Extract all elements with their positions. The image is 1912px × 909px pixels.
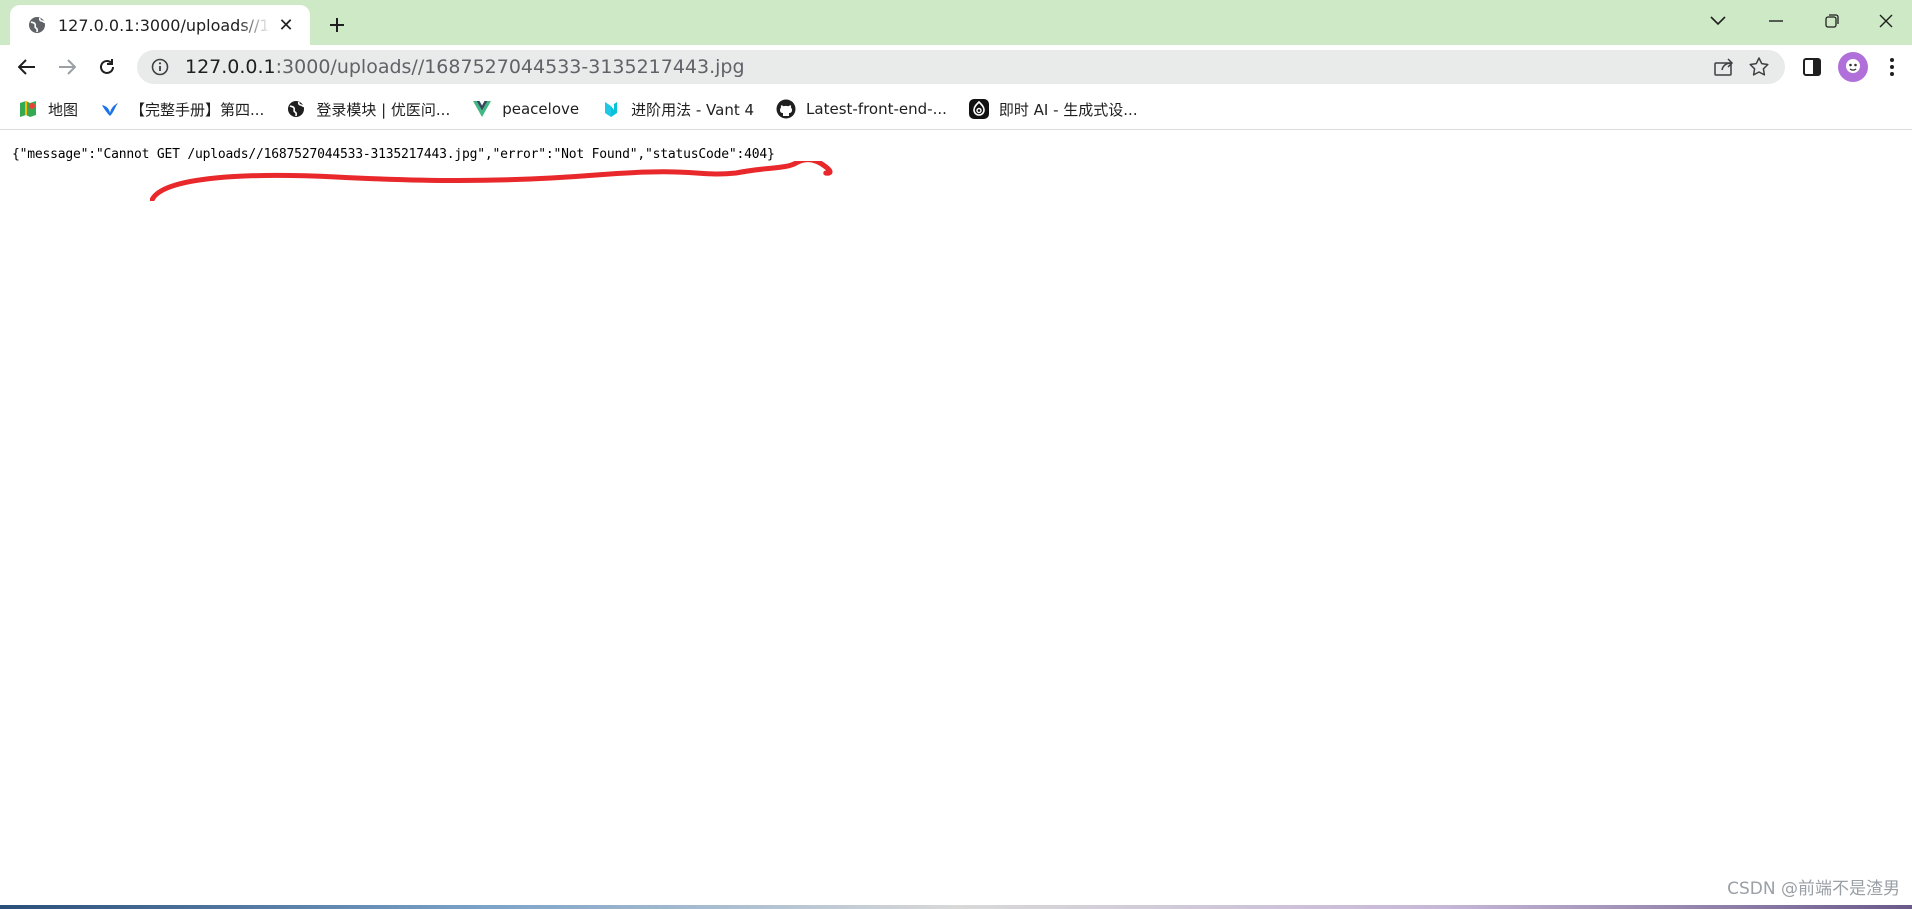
restore-button[interactable] (1804, 0, 1860, 42)
bookmark-label: 地图 (48, 100, 79, 119)
menu-button[interactable] (1877, 52, 1907, 82)
arrow-right-icon (59, 59, 76, 75)
arrow-left-icon (18, 59, 35, 75)
ai-icon (968, 99, 989, 119)
tab-strip: 127.0.0.1:3000/uploads//1687527044533-31… (0, 0, 1912, 45)
page-content: {"message":"Cannot GET /uploads//1687527… (0, 131, 1912, 909)
plus-icon (330, 18, 344, 32)
globe-icon (286, 99, 306, 119)
bookmark-maps[interactable]: 地图 (18, 94, 78, 124)
bookmark-label: 进阶用法 - Vant 4 (631, 100, 755, 119)
taskbar-edge (0, 905, 1912, 909)
bookmark-ai[interactable]: 即时 AI - 生成式设... (968, 94, 1138, 124)
bookmark-github[interactable]: Latest-front-end-... (776, 94, 947, 124)
chevron-down-icon (1710, 16, 1726, 26)
bookmark-label: 【完整手册】第四... (130, 100, 265, 119)
avatar-icon (1846, 59, 1860, 73)
browser-toolbar: 127.0.0.1:3000/uploads//1687527044533-31… (0, 45, 1912, 89)
red-underline-annotation (150, 161, 833, 201)
bookmark-label: peacelove (502, 100, 580, 118)
tab-search-button[interactable] (1690, 0, 1746, 42)
forward-button[interactable] (51, 51, 83, 83)
bookmark-label: 登录模块 | 优医问... (316, 100, 451, 119)
profile-avatar[interactable] (1838, 52, 1868, 82)
json-response-text: {"message":"Cannot GET /uploads//1687527… (12, 147, 775, 162)
bookmark-label: Latest-front-end-... (806, 100, 947, 118)
new-tab-button[interactable] (322, 10, 352, 40)
minimize-icon (1769, 20, 1783, 22)
bookmark-vant[interactable]: 进阶用法 - Vant 4 (601, 94, 754, 124)
tab-title: 127.0.0.1:3000/uploads//1687527044533-31… (58, 15, 270, 35)
url-text[interactable]: 127.0.0.1:3000/uploads//1687527044533-31… (185, 56, 745, 78)
reload-icon (100, 59, 114, 74)
bookmark-manual[interactable]: 【完整手册】第四... (100, 94, 264, 124)
github-icon (776, 99, 796, 119)
bookmark-star-icon[interactable] (1747, 55, 1771, 79)
reload-button[interactable] (91, 51, 123, 83)
restore-icon (1825, 14, 1839, 28)
address-bar[interactable]: 127.0.0.1:3000/uploads//1687527044533-31… (137, 50, 1785, 84)
tab-close-icon[interactable]: ✕ (274, 13, 298, 37)
close-icon (1879, 14, 1893, 28)
globe-icon (26, 14, 48, 36)
kebab-menu-icon (1890, 58, 1894, 76)
bookmarks-bar: 地图 【完整手册】第四... 登录模块 | 优医问... peacelove 进… (0, 89, 1912, 130)
bookmark-label: 即时 AI - 生成式设... (998, 100, 1138, 119)
share-icon[interactable] (1713, 56, 1735, 78)
site-info-icon[interactable] (149, 56, 171, 78)
side-panel-button[interactable] (1797, 52, 1827, 82)
maps-icon (18, 99, 38, 119)
bookmark-peacelove[interactable]: peacelove (472, 94, 579, 124)
bird-icon (100, 99, 120, 119)
url-path: :3000/uploads//1687527044533-3135217443.… (275, 56, 745, 78)
minimize-button[interactable] (1748, 0, 1804, 42)
side-panel-icon (1803, 58, 1821, 76)
vue-icon (472, 99, 492, 119)
back-button[interactable] (11, 51, 43, 83)
bookmark-login-module[interactable]: 登录模块 | 优医问... (286, 94, 450, 124)
window-close-button[interactable] (1858, 0, 1912, 42)
watermark-text: CSDN @前端不是渣男 (1727, 879, 1900, 899)
vant-icon (601, 99, 621, 119)
browser-tab[interactable]: 127.0.0.1:3000/uploads//1687527044533-31… (10, 5, 310, 45)
url-host: 127.0.0.1 (185, 56, 276, 78)
